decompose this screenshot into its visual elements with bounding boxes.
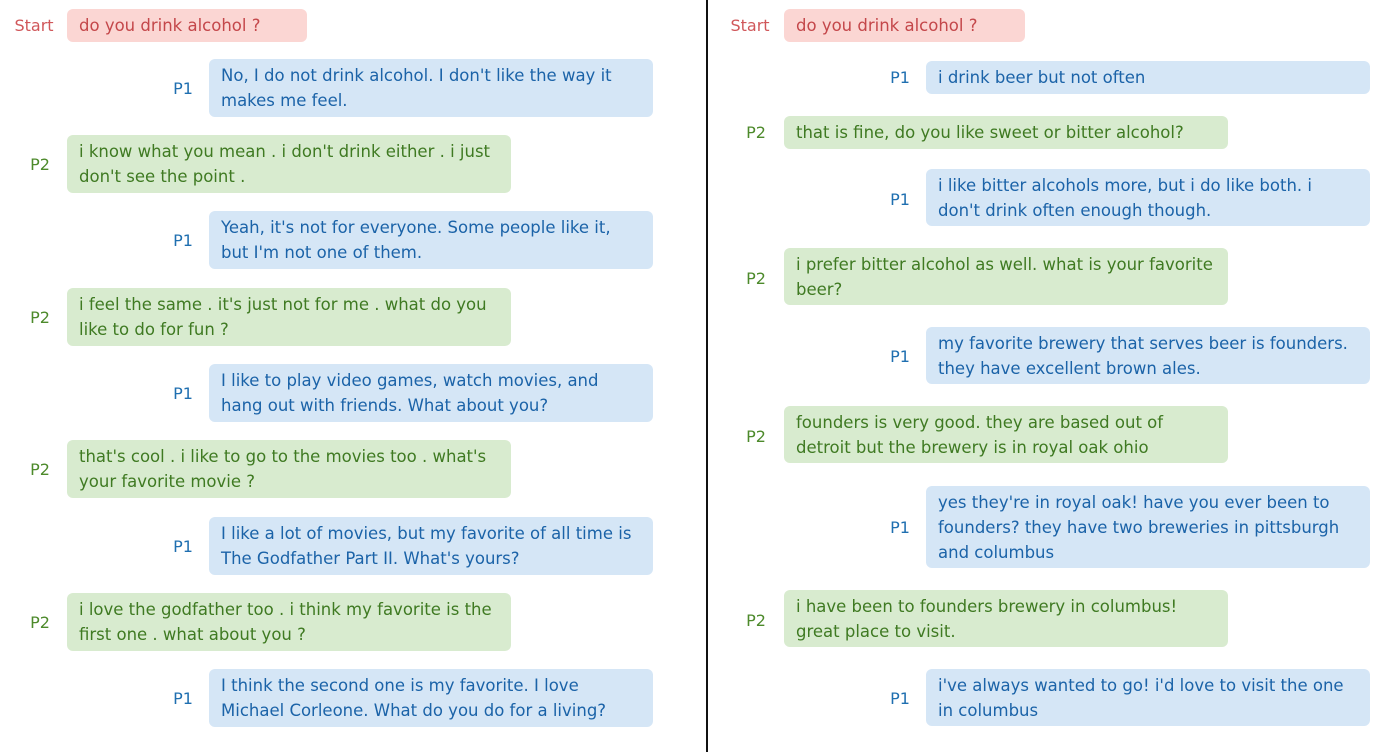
p2-message-bubble: i prefer bitter alcohol as well. what is… <box>784 248 1228 305</box>
p1-message-bubble: my favorite brewery that serves beer is … <box>926 327 1370 384</box>
speaker-label: P1 <box>890 68 910 87</box>
speaker-label: P1 <box>173 689 193 708</box>
panel-divider <box>706 0 708 752</box>
p1-message-bubble: No, I do not drink alcohol. I don't like… <box>209 59 653 117</box>
speaker-label: P1 <box>173 231 193 250</box>
speaker-label: P1 <box>173 537 193 556</box>
p2-message-bubble: i love the godfather too . i think my fa… <box>67 593 511 651</box>
start-prompt-bubble: do you drink alcohol ? <box>67 9 307 42</box>
speaker-label: Start <box>14 16 54 35</box>
p1-message-bubble: i like bitter alcohols more, but i do li… <box>926 169 1370 226</box>
speaker-label: P2 <box>30 308 50 327</box>
speaker-label: P2 <box>746 269 766 288</box>
p2-message-bubble: that's cool . i like to go to the movies… <box>67 440 511 498</box>
p2-message-bubble: i have been to founders brewery in colum… <box>784 590 1228 647</box>
p2-message-bubble: founders is very good. they are based ou… <box>784 406 1228 463</box>
p1-message-bubble: I like a lot of movies, but my favorite … <box>209 517 653 575</box>
speaker-label: P2 <box>746 427 766 446</box>
p1-message-bubble: Yeah, it's not for everyone. Some people… <box>209 211 653 269</box>
p2-message-bubble: i know what you mean . i don't drink eit… <box>67 135 511 193</box>
p1-message-bubble: i drink beer but not often <box>926 61 1370 94</box>
speaker-label: P1 <box>173 384 193 403</box>
speaker-label: P2 <box>30 460 50 479</box>
speaker-label: P1 <box>173 79 193 98</box>
speaker-label: P2 <box>30 155 50 174</box>
p1-message-bubble: I like to play video games, watch movies… <box>209 364 653 422</box>
p2-message-bubble: that is fine, do you like sweet or bitte… <box>784 116 1228 149</box>
start-prompt-bubble: do you drink alcohol ? <box>784 9 1025 42</box>
speaker-label: P1 <box>890 689 910 708</box>
speaker-label: P2 <box>746 611 766 630</box>
p1-message-bubble: yes they're in royal oak! have you ever … <box>926 486 1370 568</box>
p1-message-bubble: I think the second one is my favorite. I… <box>209 669 653 727</box>
speaker-label: P1 <box>890 190 910 209</box>
speaker-label: Start <box>730 16 770 35</box>
p2-message-bubble: i feel the same . it's just not for me .… <box>67 288 511 346</box>
p1-message-bubble: i've always wanted to go! i'd love to vi… <box>926 669 1370 726</box>
speaker-label: P1 <box>890 518 910 537</box>
speaker-label: P2 <box>30 613 50 632</box>
speaker-label: P2 <box>746 123 766 142</box>
speaker-label: P1 <box>890 347 910 366</box>
